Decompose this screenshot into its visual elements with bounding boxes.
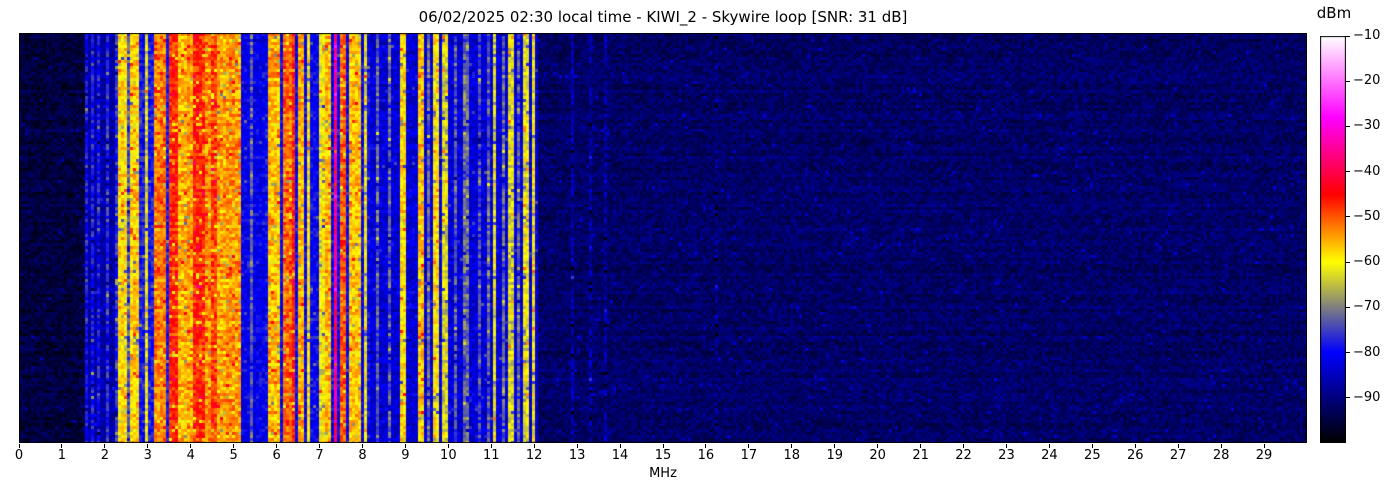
colorbar-tick-mark xyxy=(1346,397,1350,398)
x-tick-label: 10 xyxy=(433,449,463,463)
plot-title: 06/02/2025 02:30 local time - KIWI_2 - S… xyxy=(19,8,1307,26)
colorbar-tick-mark xyxy=(1346,262,1350,263)
x-tick-label: 16 xyxy=(691,449,721,463)
x-tick-label: 18 xyxy=(777,449,807,463)
x-tick-label: 27 xyxy=(1163,449,1193,463)
x-tick-label: 11 xyxy=(476,449,506,463)
x-tick-label: 21 xyxy=(906,449,936,463)
spectrogram-canvas xyxy=(19,33,1307,443)
x-tick-label: 28 xyxy=(1206,449,1236,463)
x-tick-label: 26 xyxy=(1120,449,1150,463)
x-tick-label: 6 xyxy=(262,449,292,463)
colorbar-tick-mark xyxy=(1346,171,1350,172)
colorbar-tick-label: −60 xyxy=(1353,254,1397,270)
x-tick-label: 5 xyxy=(219,449,249,463)
x-tick-label: 3 xyxy=(133,449,163,463)
x-tick-label: 0 xyxy=(4,449,34,463)
x-tick-label: 19 xyxy=(820,449,850,463)
x-tick-label: 8 xyxy=(347,449,377,463)
x-tick-label: 29 xyxy=(1249,449,1279,463)
colorbar-tick-label: −90 xyxy=(1353,390,1397,406)
colorbar-unit-label: dBm xyxy=(1303,4,1365,22)
colorbar-tick-label: −50 xyxy=(1353,209,1397,225)
spectrogram-figure: 06/02/2025 02:30 local time - KIWI_2 - S… xyxy=(0,0,1400,500)
x-axis-label: MHz xyxy=(19,466,1307,481)
x-tick-label: 24 xyxy=(1034,449,1064,463)
colorbar-tick-mark xyxy=(1346,81,1350,82)
x-tick-label: 15 xyxy=(648,449,678,463)
colorbar-tick-label: −30 xyxy=(1353,118,1397,134)
colorbar-tick-mark xyxy=(1346,36,1350,37)
x-tick-label: 25 xyxy=(1077,449,1107,463)
colorbar-tick-mark xyxy=(1346,126,1350,127)
colorbar-tick-mark xyxy=(1346,307,1350,308)
colorbar-tick-mark xyxy=(1346,216,1350,217)
x-tick-label: 7 xyxy=(305,449,335,463)
x-tick-label: 13 xyxy=(562,449,592,463)
colorbar-tick-label: −70 xyxy=(1353,299,1397,315)
x-tick-label: 22 xyxy=(949,449,979,463)
x-tick-label: 1 xyxy=(47,449,77,463)
x-tick-label: 9 xyxy=(390,449,420,463)
x-tick-label: 12 xyxy=(519,449,549,463)
x-tick-label: 2 xyxy=(90,449,120,463)
x-tick-label: 20 xyxy=(863,449,893,463)
colorbar-tick-label: −20 xyxy=(1353,73,1397,89)
x-tick-label: 4 xyxy=(176,449,206,463)
colorbar-tick-label: −40 xyxy=(1353,164,1397,180)
x-tick-label: 17 xyxy=(734,449,764,463)
x-tick-label: 23 xyxy=(991,449,1021,463)
colorbar-tick-label: −80 xyxy=(1353,345,1397,361)
colorbar-canvas xyxy=(1320,36,1346,443)
colorbar-tick-label: −10 xyxy=(1353,28,1397,44)
x-tick-label: 14 xyxy=(605,449,635,463)
colorbar-tick-mark xyxy=(1346,352,1350,353)
